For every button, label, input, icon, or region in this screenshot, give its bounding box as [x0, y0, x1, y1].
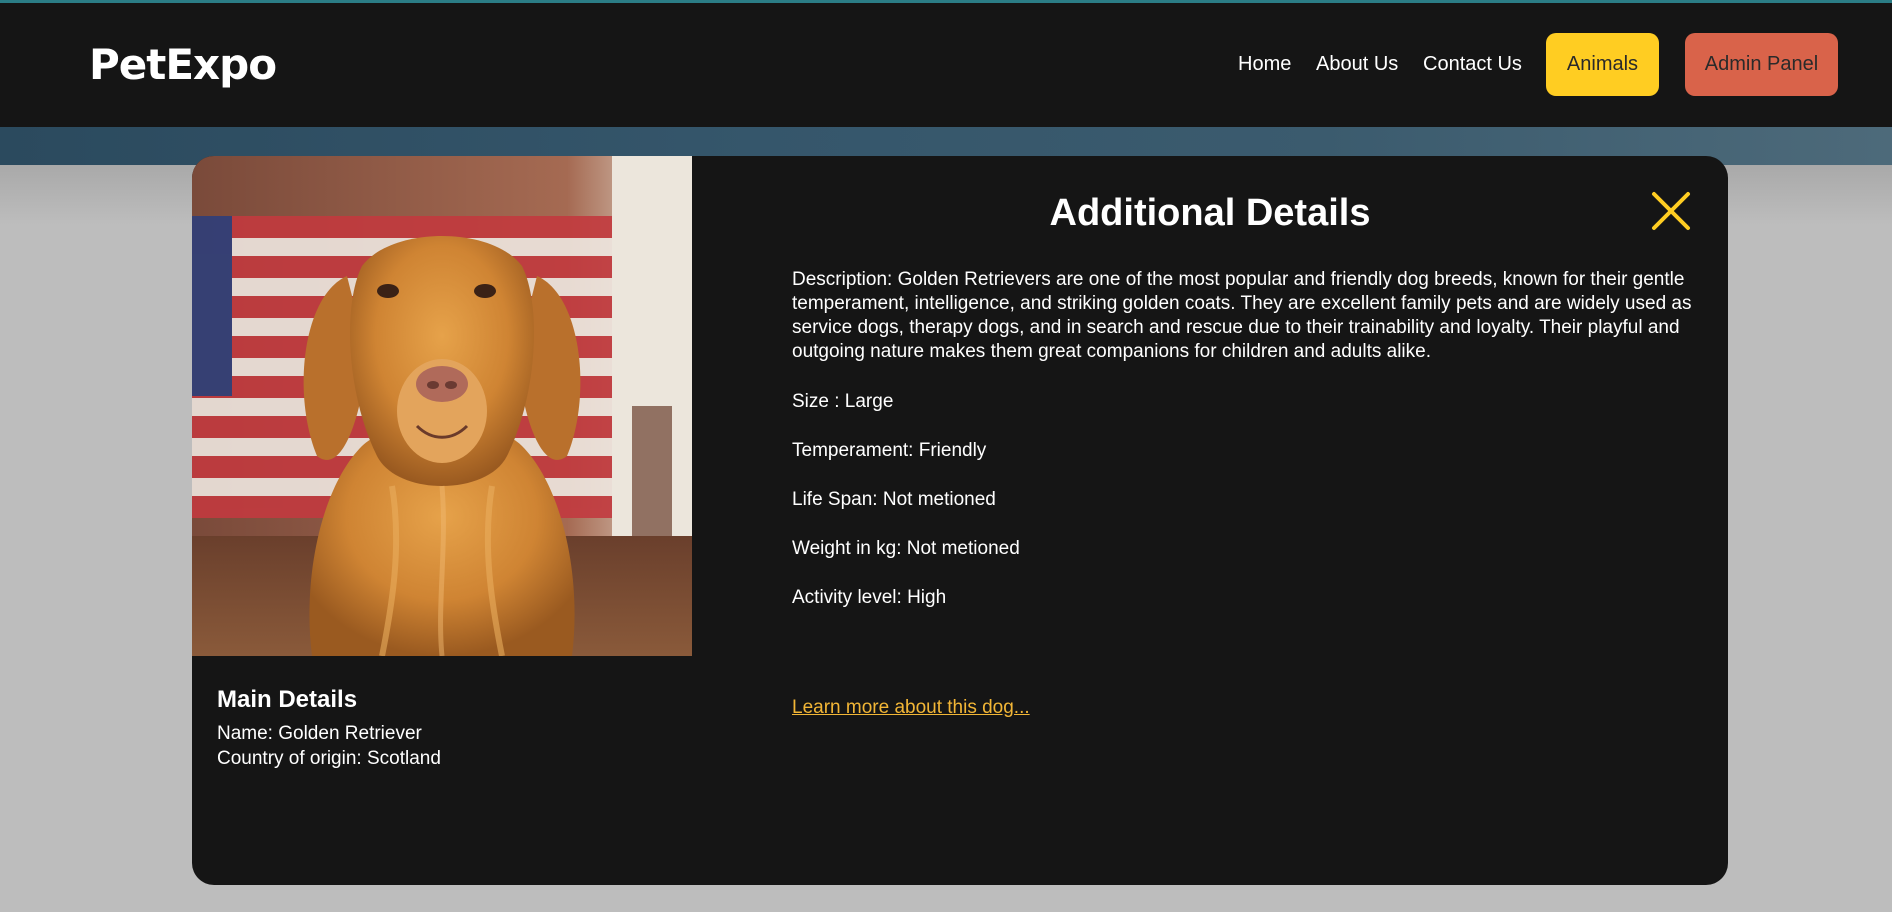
temperament-detail: Temperament: Friendly	[792, 440, 987, 461]
main-details-origin: Country of origin: Scotland	[217, 748, 441, 769]
life-span-detail: Life Span: Not metioned	[792, 489, 996, 510]
animal-details-modal: Main Details Name: Golden Retriever Coun…	[192, 156, 1728, 885]
nav-home-link[interactable]: Home	[1238, 53, 1291, 76]
nav-about-link[interactable]: About Us	[1316, 53, 1398, 76]
main-details-heading: Main Details	[217, 686, 358, 713]
nav-contact-link[interactable]: Contact Us	[1423, 53, 1522, 76]
animals-button[interactable]: Animals	[1546, 33, 1659, 96]
description-text: Description: Golden Retrievers are one o…	[792, 269, 1692, 362]
size-detail: Size : Large	[792, 391, 894, 412]
close-icon[interactable]	[1650, 190, 1692, 232]
navbar: PetExpo Home About Us Contact Us Animals…	[0, 3, 1892, 127]
main-details-name: Name: Golden Retriever	[217, 723, 422, 744]
activity-level-detail: Activity level: High	[792, 587, 947, 608]
learn-more-link[interactable]: Learn more about this dog...	[792, 697, 1030, 719]
site-logo[interactable]: PetExpo	[89, 40, 277, 89]
dog-photo	[192, 156, 692, 656]
weight-detail: Weight in kg: Not metioned	[792, 538, 1020, 559]
admin-panel-button[interactable]: Admin Panel	[1685, 33, 1838, 96]
modal-title: Additional Details	[1049, 192, 1371, 234]
